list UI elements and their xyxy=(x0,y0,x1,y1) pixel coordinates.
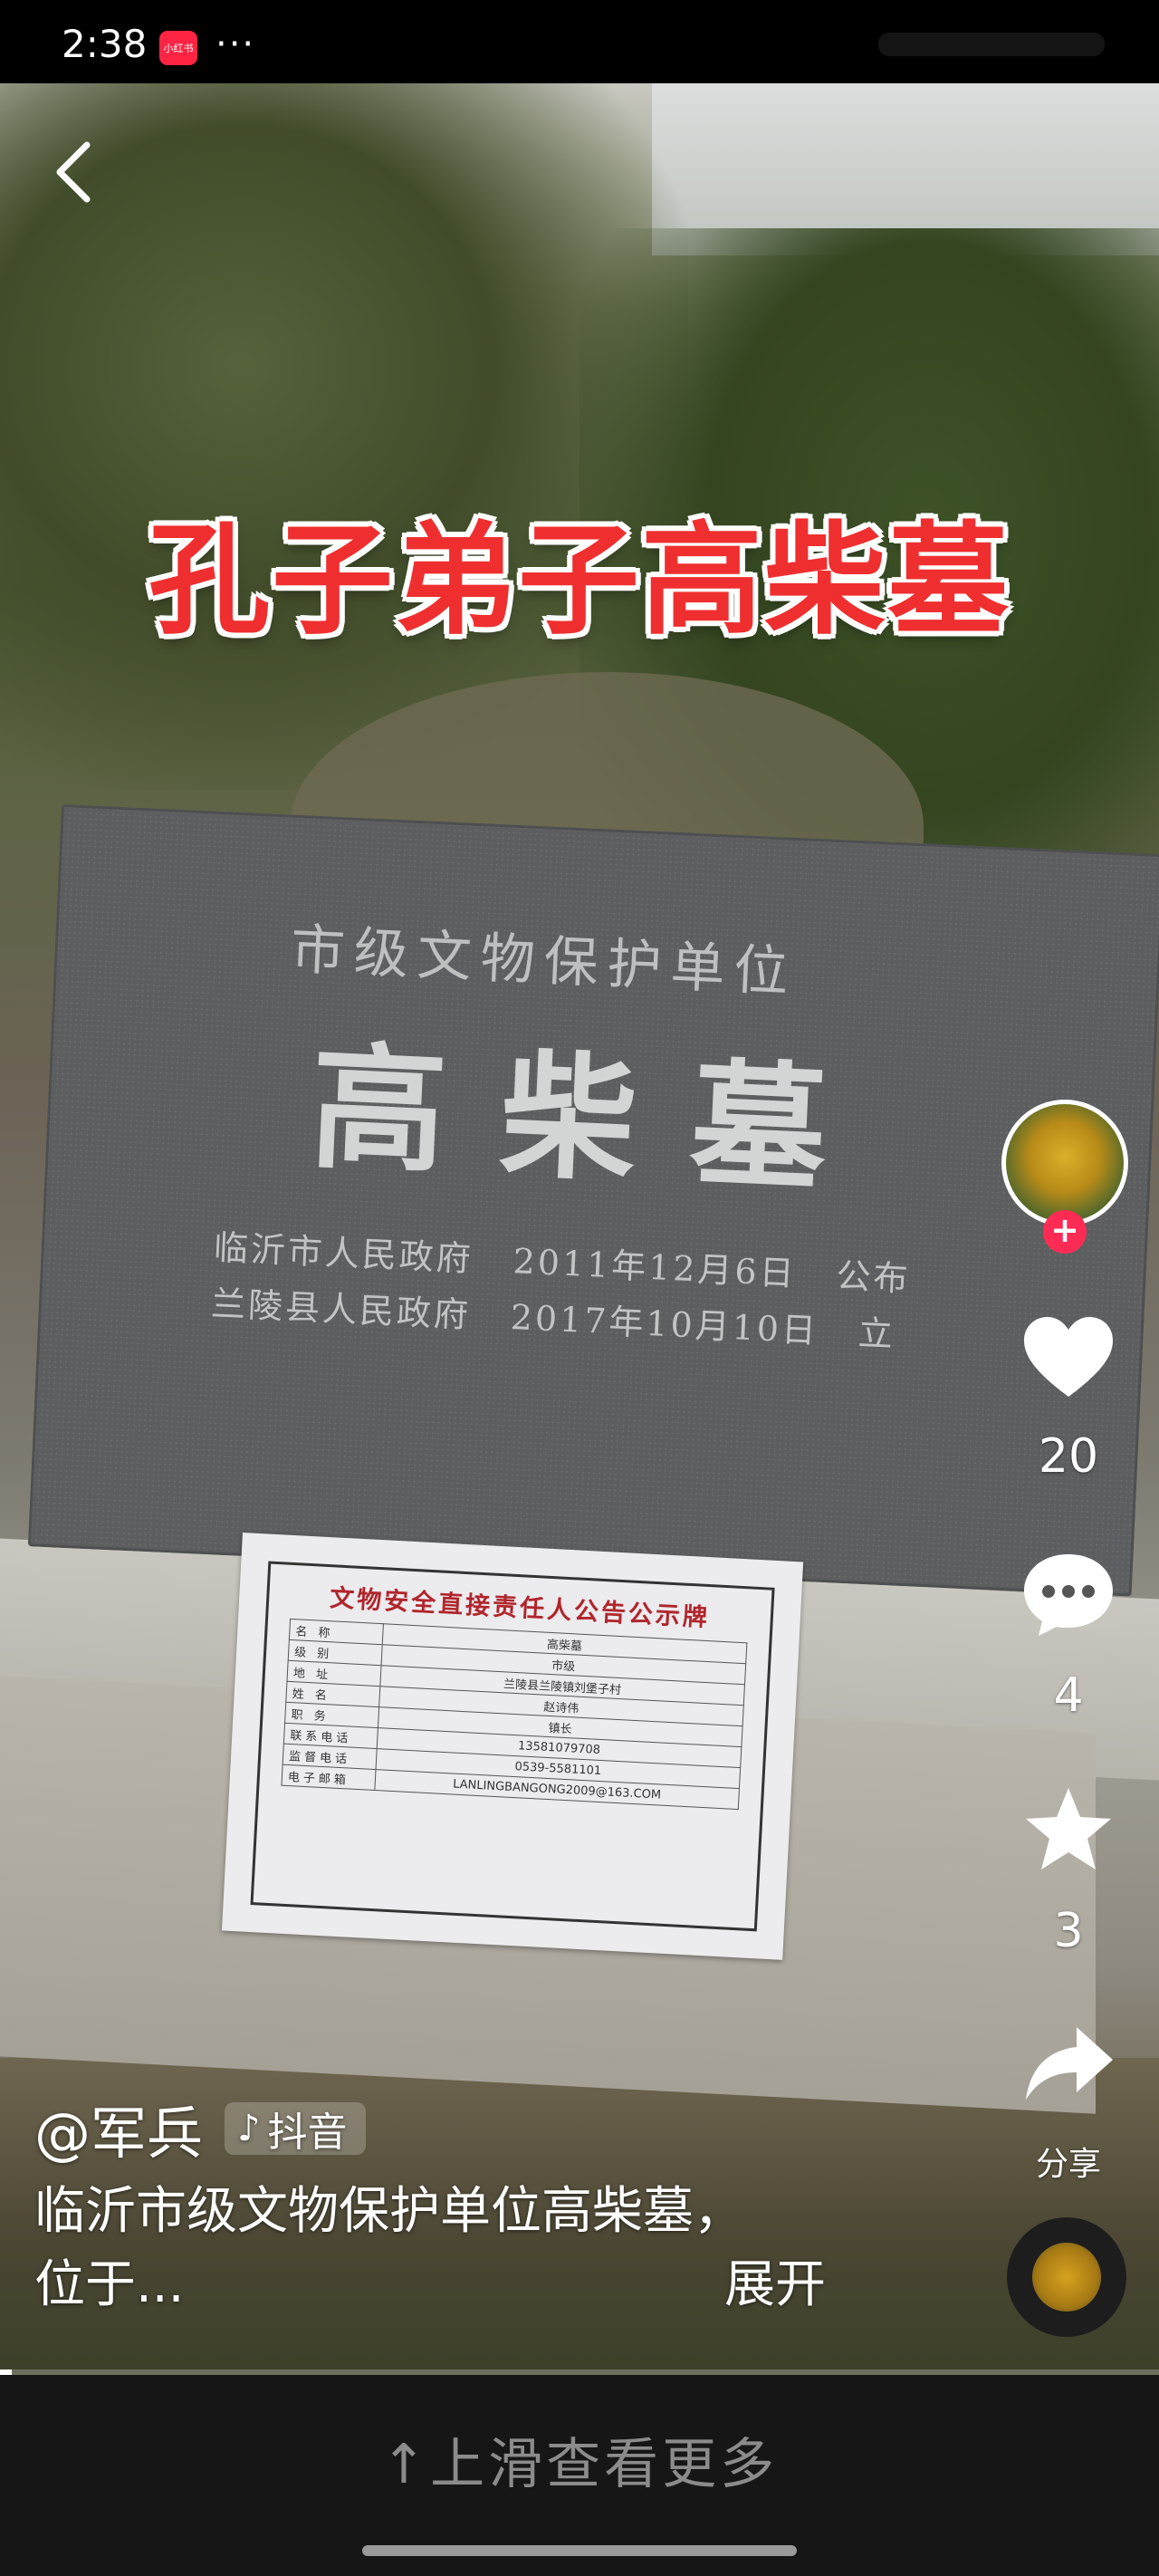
caption-line-2-text: 位于... xyxy=(34,2255,185,2314)
notice-board: 文物安全直接责任人公告公示牌 名 称高柴墓 级 别市级 地 址兰陵县兰陵镇刘堡子… xyxy=(221,1533,804,1960)
music-note-icon: ♪ xyxy=(237,2108,261,2149)
chevron-left-icon xyxy=(56,141,91,203)
video-caption: @军兵 ♪ 抖音 临沂市级文物保护单位高柴墓， 位于... 展开 xyxy=(34,2092,958,2324)
author-avatar[interactable] xyxy=(1001,1100,1128,1226)
caption-line-2: 位于... 展开 xyxy=(34,2246,958,2324)
more-notifications-icon: ··· xyxy=(216,24,256,65)
bottom-bar: ↑上滑查看更多 xyxy=(0,2375,1159,2576)
back-button[interactable] xyxy=(47,136,101,208)
share-arrow-icon[interactable] xyxy=(1019,2020,1118,2110)
favorite-star-icon[interactable] xyxy=(1019,1784,1118,1875)
comment-count: 4 xyxy=(1053,1668,1084,1723)
source-tag-label: 抖音 xyxy=(267,2110,348,2156)
share-label: 分享 xyxy=(1035,2146,1101,2183)
like-count: 20 xyxy=(1038,1429,1099,1484)
stone-name-text: 高柴墓 xyxy=(307,1026,885,1213)
music-disc[interactable] xyxy=(1007,2217,1126,2337)
author-name[interactable]: @军兵 xyxy=(34,2088,203,2169)
video-overlay-title: 孔子弟子高柴墓 xyxy=(148,510,1011,651)
status-bar: 2:38 小红书 ··· xyxy=(0,0,1159,83)
app-notification-icon: 小红书 xyxy=(159,31,197,65)
favorite-count: 3 xyxy=(1053,1904,1084,1958)
home-indicator[interactable] xyxy=(362,2545,797,2556)
stone-action: 立 xyxy=(857,1312,896,1355)
status-indicators xyxy=(878,33,1105,56)
stone-issuer: 兰陵县人民政府 xyxy=(210,1283,472,1336)
stone-header-text: 市级文物保护单位 xyxy=(289,918,799,1005)
follow-plus-icon[interactable]: + xyxy=(1043,1210,1087,1254)
expand-button[interactable]: 展开 xyxy=(724,2246,826,2324)
music-cover xyxy=(1032,2243,1101,2312)
notice-label: 电子邮箱 xyxy=(281,1764,377,1791)
caption-line-1: 临沂市级文物保护单位高柴墓， xyxy=(34,2182,744,2241)
stone-action: 公布 xyxy=(835,1255,912,1300)
notice-table: 名 称高柴墓 级 别市级 地 址兰陵县兰陵镇刘堡子村 姓 名赵诗伟 职 务镇长 … xyxy=(281,1619,747,1810)
comment-bubble-icon[interactable] xyxy=(1019,1549,1118,1639)
video-player[interactable]: 市级文物保护单位 高柴墓 临沂市人民政府 2011年12月6日 公布 兰陵县人民政府… xyxy=(0,83,1159,2375)
like-heart-icon[interactable] xyxy=(1019,1313,1118,1404)
memorial-stone: 市级文物保护单位 高柴墓 临沂市人民政府 2011年12月6日 公布 兰陵县人民政府… xyxy=(27,804,1159,1597)
stone-date: 2017年10月10日 xyxy=(509,1297,819,1351)
source-tag[interactable]: ♪ 抖音 xyxy=(225,2102,366,2156)
stone-issuer: 临沂市人民政府 xyxy=(212,1227,474,1280)
status-time: 2:38 xyxy=(62,22,148,66)
swipe-up-hint[interactable]: ↑上滑查看更多 xyxy=(0,2420,1159,2499)
stone-date: 2011年12月6日 xyxy=(512,1241,798,1294)
